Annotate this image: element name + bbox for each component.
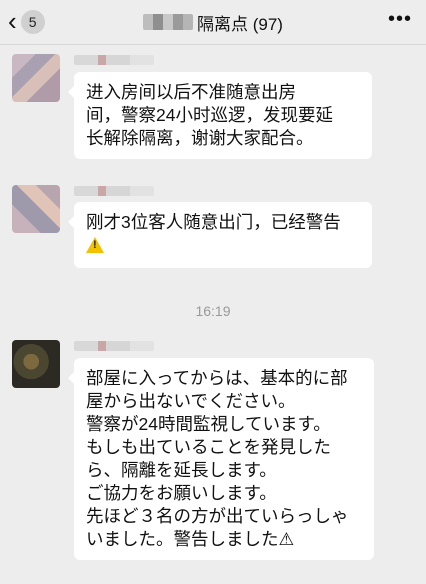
blurred-group-name bbox=[143, 14, 194, 30]
avatar[interactable] bbox=[12, 340, 60, 388]
message-line: 间，警察24小时巡逻，发现要延 bbox=[86, 105, 333, 125]
message-line: 警察が24時間監視しています。 bbox=[86, 414, 331, 434]
avatar[interactable] bbox=[12, 185, 60, 233]
message-line: 先ほど３名の方が出ていらっしゃ bbox=[86, 506, 349, 526]
message-line: ら、隔離を延長します。 bbox=[86, 460, 277, 480]
chat-title-text: 隔离点 (97) bbox=[197, 14, 283, 34]
message-line: いました。警告しました⚠ bbox=[86, 529, 295, 549]
sender-name-blurred bbox=[74, 341, 154, 351]
message-bubble[interactable]: 部屋に入ってからは、基本的に部 屋から出ないでください。 警察が24時間監視して… bbox=[68, 358, 374, 560]
message-line: 屋から出ないでください。 bbox=[86, 391, 296, 411]
message-line: 进入房间以后不准随意出房 bbox=[86, 82, 296, 102]
message-line: 部屋に入ってからは、基本的に部 bbox=[86, 368, 348, 388]
avatar[interactable] bbox=[12, 54, 60, 102]
message-bubble[interactable]: 进入房间以后不准随意出房 间，警察24小时巡逻，发现要延 长解除隔离，谢谢大家配… bbox=[68, 72, 372, 159]
message-line: 长解除隔离，谢谢大家配合。 bbox=[86, 128, 314, 148]
chat-header: ‹ 5 隔离点 (97) ••• bbox=[0, 0, 426, 45]
warning-icon: ! bbox=[86, 237, 104, 253]
chat-title: 隔离点 (97) bbox=[0, 0, 426, 44]
message-line: 刚才3位客人随意出门，已经警告 bbox=[86, 212, 341, 232]
message-line: もしも出ていることを発見した bbox=[86, 437, 331, 457]
message-line: ご協力をお願いします。 bbox=[86, 483, 277, 503]
more-options-button[interactable]: ••• bbox=[388, 8, 412, 31]
sender-name-blurred bbox=[74, 186, 154, 196]
timestamp: 16:19 bbox=[195, 303, 231, 319]
message-bubble[interactable]: 刚才3位客人随意出门，已经警告 ! bbox=[68, 202, 372, 268]
sender-name-blurred bbox=[74, 55, 154, 65]
